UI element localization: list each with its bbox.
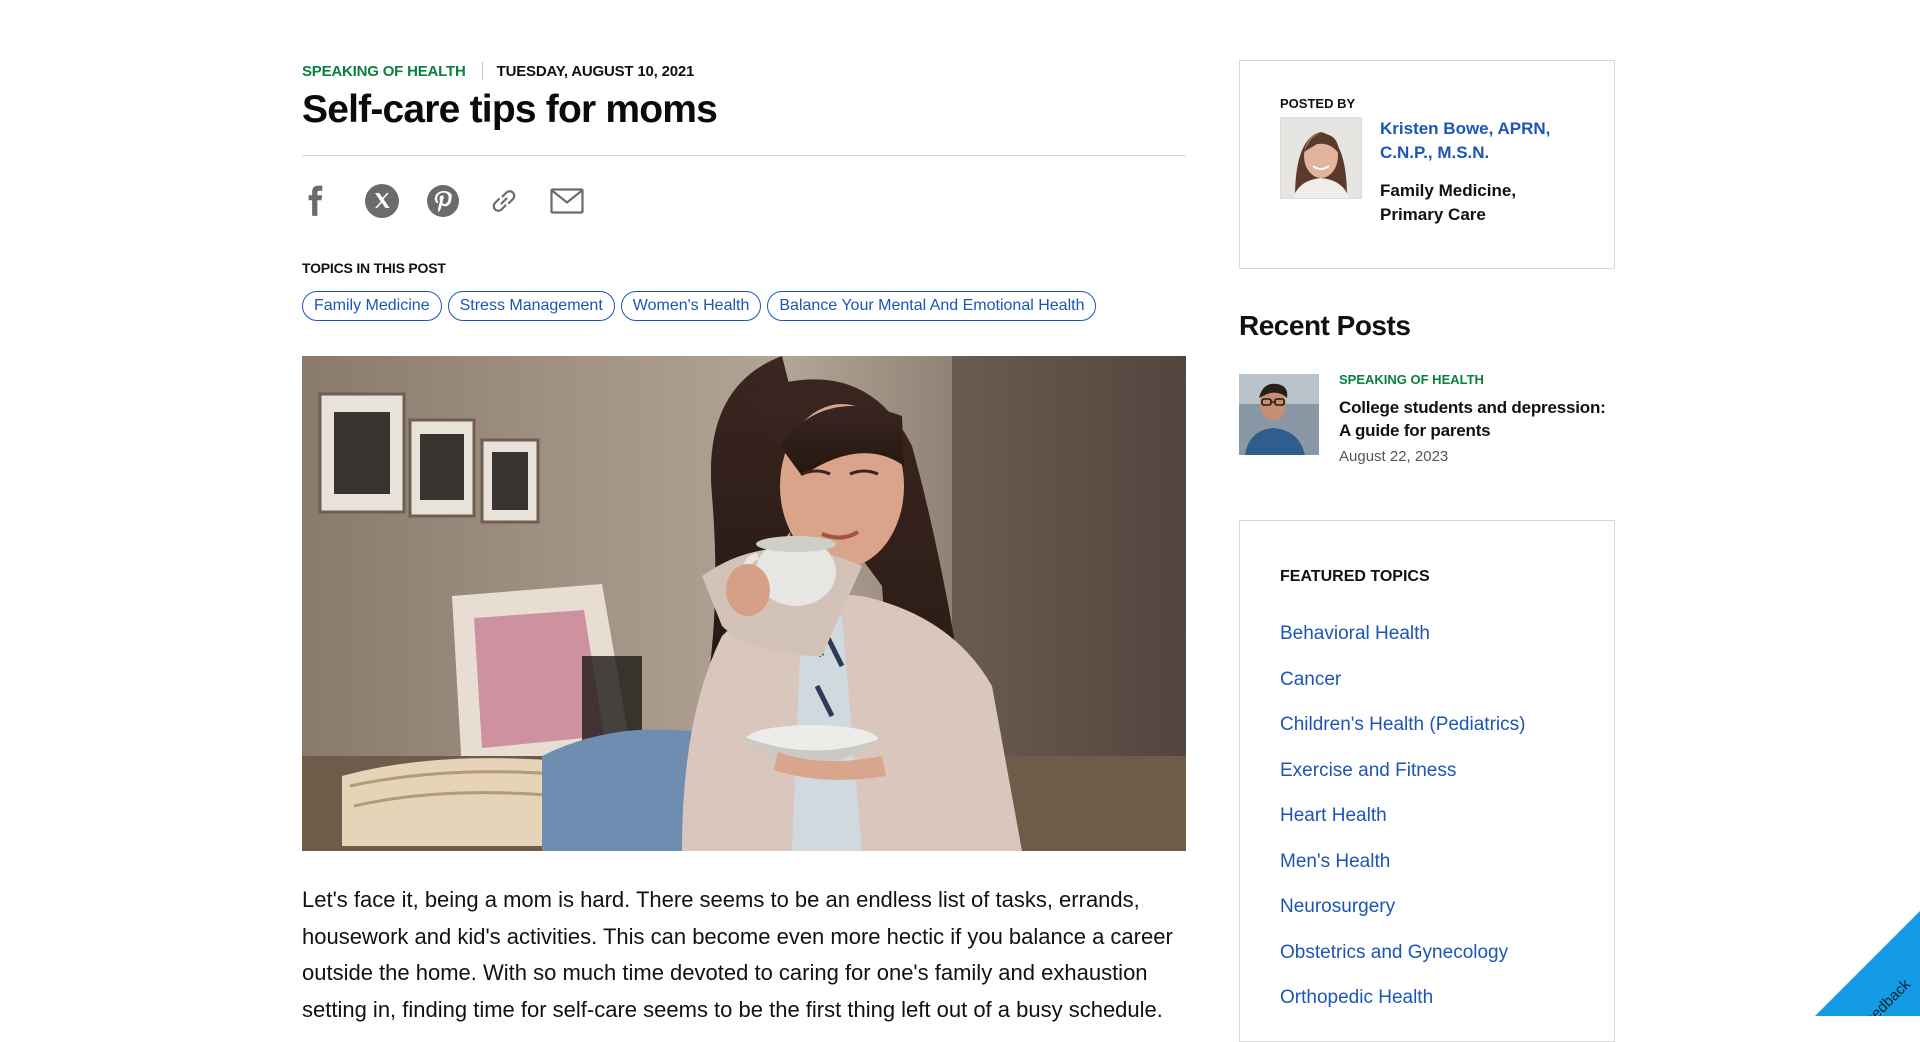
featured-topic-link[interactable]: Men's Health (1280, 849, 1525, 895)
featured-topic-link[interactable]: Behavioral Health (1280, 621, 1525, 667)
article-date: TUESDAY, AUGUST 10, 2021 (496, 62, 695, 80)
topic-pill-family-medicine[interactable]: Family Medicine (302, 291, 442, 321)
hero-image (302, 356, 1186, 851)
recent-post-title[interactable]: College students and depression: A guide… (1339, 396, 1609, 442)
feedback-tab[interactable]: Feedback (1800, 896, 1920, 1016)
recent-post-category[interactable]: SPEAKING OF HEALTH (1339, 372, 1484, 387)
featured-topic-link[interactable]: Heart Health (1280, 803, 1525, 849)
featured-topic-link[interactable]: Exercise and Fitness (1280, 758, 1525, 804)
article-category[interactable]: SPEAKING OF HEALTH (302, 63, 466, 80)
featured-topic-link[interactable]: Children's Health (Pediatrics) (1280, 712, 1525, 758)
title-divider (302, 155, 1186, 156)
topic-pills: Family Medicine Stress Management Women'… (302, 291, 1097, 321)
recent-post-item[interactable]: SPEAKING OF HEALTH College students and … (1239, 372, 1615, 472)
meta-divider (481, 62, 483, 80)
article-title: Self-care tips for moms (302, 88, 718, 131)
article-body: Let's face it, being a mom is hard. Ther… (302, 887, 1173, 1022)
featured-topic-link[interactable]: Orthopedic Health (1280, 985, 1525, 1031)
feedback-corner (1815, 911, 1920, 1016)
author-card: POSTED BY Kristen Bowe, APRN, C.N.P., M.… (1239, 60, 1615, 269)
featured-topic-link[interactable]: Obstetrics and Gynecology (1280, 940, 1525, 986)
topic-pill-stress-management[interactable]: Stress Management (447, 291, 615, 321)
pinterest-icon[interactable] (426, 182, 488, 220)
link-icon[interactable] (488, 182, 550, 220)
facebook-icon[interactable] (302, 182, 364, 220)
email-icon[interactable] (550, 182, 612, 220)
article-meta: SPEAKING OF HEALTH TUESDAY, AUGUST 10, 2… (302, 62, 694, 80)
recent-post-thumbnail[interactable] (1239, 374, 1319, 455)
featured-topics-heading: FEATURED TOPICS (1280, 568, 1430, 585)
author-name-link[interactable]: Kristen Bowe, APRN, C.N.P., M.S.N. (1380, 117, 1580, 165)
topic-pill-womens-health[interactable]: Women's Health (620, 291, 762, 321)
share-bar (302, 182, 612, 220)
recent-posts-heading: Recent Posts (1239, 310, 1411, 341)
topics-label: TOPICS IN THIS POST (302, 260, 446, 276)
featured-topic-link[interactable]: Cancer (1280, 667, 1525, 713)
featured-topic-link[interactable]: Neurosurgery (1280, 894, 1525, 940)
topic-pill-mental-emotional-health[interactable]: Balance Your Mental And Emotional Health (767, 291, 1097, 321)
x-icon[interactable] (364, 182, 426, 220)
author-avatar (1280, 117, 1362, 199)
posted-by-label: POSTED BY (1280, 96, 1356, 111)
featured-topics-list: Behavioral Health Cancer Children's Heal… (1280, 621, 1525, 1031)
author-department: Family Medicine, Primary Care (1380, 181, 1517, 224)
featured-topics-card: FEATURED TOPICS Behavioral Health Cancer… (1239, 520, 1615, 1042)
recent-post-date: August 22, 2023 (1339, 448, 1449, 465)
